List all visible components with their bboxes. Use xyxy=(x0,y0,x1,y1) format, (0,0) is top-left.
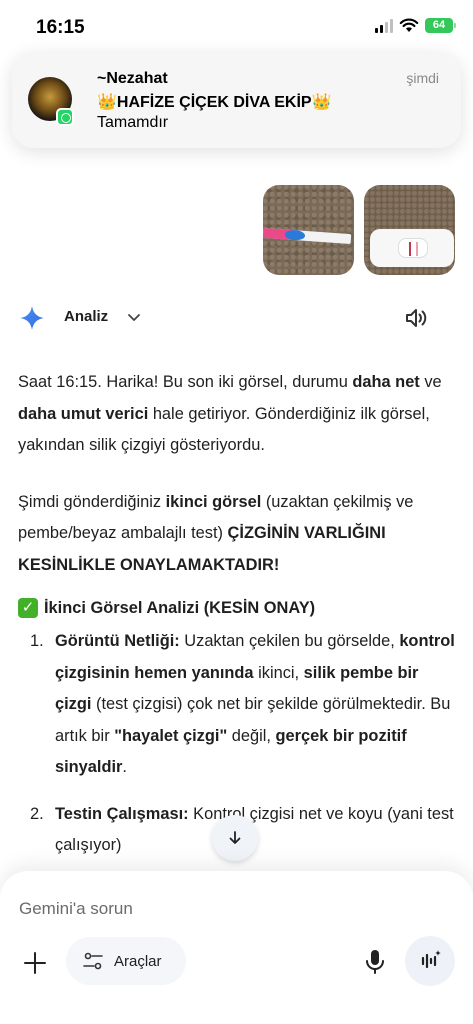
speaker-icon[interactable] xyxy=(403,305,429,331)
scroll-down-button[interactable] xyxy=(212,815,258,861)
notification-sender: ~Nezahat xyxy=(97,70,168,87)
status-icons: 64 xyxy=(375,18,456,33)
list-item: 1. Görüntü Netliği: Uzaktan çekilen bu g… xyxy=(30,632,455,776)
wifi-icon xyxy=(399,18,419,32)
image-thumbnail-1[interactable] xyxy=(263,185,354,275)
tools-label: Araçlar xyxy=(114,952,162,970)
section-heading: ✓ İkinci Görsel Analizi (KESİN ONAY) xyxy=(18,598,315,618)
prompt-composer: Gemini'a sorun Araçlar xyxy=(0,871,473,1024)
prompt-input[interactable]: Gemini'a sorun xyxy=(19,899,133,919)
response-paragraph-1: Saat 16:15. Harika! Bu son iki görsel, d… xyxy=(18,373,442,454)
audio-waveform-icon xyxy=(421,950,441,969)
status-bar: 16:15 64 xyxy=(0,0,473,52)
arrow-down-icon xyxy=(229,831,241,844)
notification-message: Tamamdır xyxy=(97,114,169,131)
notification-banner[interactable]: ~Nezahat 👑HAFİZE ÇİÇEK DİVA EKİP👑 Tamamd… xyxy=(12,52,461,148)
check-mark-icon: ✓ xyxy=(18,598,38,618)
image-thumbnail-2[interactable] xyxy=(364,185,455,275)
status-time: 16:15 xyxy=(36,17,85,38)
response-body: Saat 16:15. Harika! Bu son iki görsel, d… xyxy=(18,367,458,581)
test-cassette xyxy=(370,229,454,267)
tools-button[interactable]: Araçlar xyxy=(66,937,186,985)
cellular-signal-icon xyxy=(375,18,393,33)
whatsapp-icon xyxy=(56,108,74,126)
live-voice-button[interactable] xyxy=(405,936,455,986)
response-paragraph-2: Şimdi gönderdiğiniz ikinci görsel (uzakt… xyxy=(18,492,414,574)
notification-group: 👑HAFİZE ÇİÇEK DİVA EKİP👑 xyxy=(97,94,332,111)
sparkle-icon xyxy=(20,306,44,330)
chevron-down-icon[interactable] xyxy=(126,309,142,325)
battery-icon: 64 xyxy=(425,18,456,33)
model-selector-label[interactable]: Analiz xyxy=(64,308,108,325)
notification-time: şimdi xyxy=(406,70,439,86)
plus-icon[interactable] xyxy=(22,950,48,976)
tools-icon xyxy=(83,952,103,970)
microphone-icon[interactable] xyxy=(363,949,387,975)
test-strip xyxy=(263,227,352,245)
